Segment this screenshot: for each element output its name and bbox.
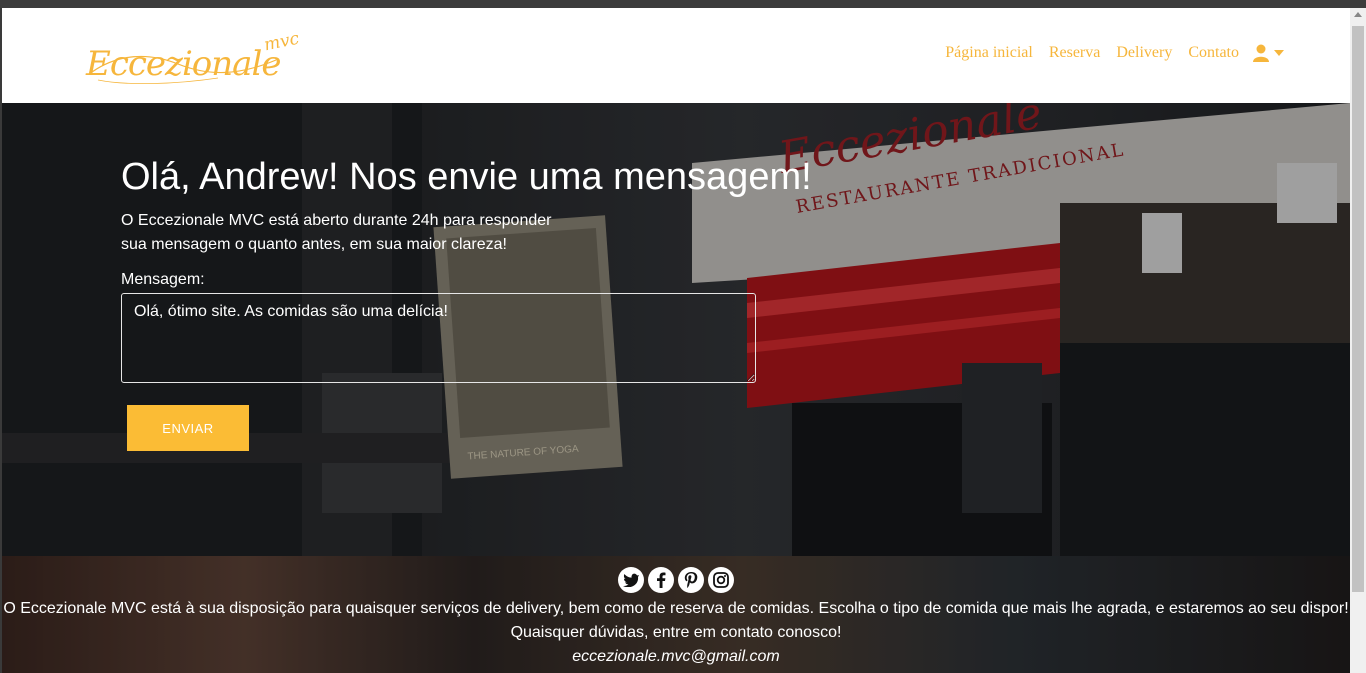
- brand-logo[interactable]: Eccezionale mvc: [86, 28, 316, 100]
- hero-lead-line1: O Eccezionale MVC está aberto durante 24…: [121, 212, 552, 229]
- twitter-icon[interactable]: [618, 567, 644, 593]
- footer-email[interactable]: eccezionale.mvc@gmail.com: [2, 645, 1350, 669]
- navbar: Eccezionale mvc Página inicial Reserva D…: [2, 8, 1350, 103]
- footer: O Eccezionale MVC está à sua disposição …: [2, 556, 1350, 673]
- nav-item-contato[interactable]: Contato: [1188, 44, 1239, 62]
- hero-section: THE NATURE OF YOGA Eccezionale RESTAURAN…: [2, 103, 1350, 556]
- hero-lead-line2: sua mensagem o quanto antes, em sua maio…: [121, 236, 507, 253]
- page-title: Olá, Andrew! Nos envie uma mensagem!: [121, 156, 812, 198]
- page-scrollbar[interactable]: [1350, 8, 1366, 673]
- caret-down-icon: [1274, 50, 1284, 56]
- brand-name: Eccezionale: [86, 44, 281, 84]
- message-textarea[interactable]: Olá, ótimo site. As comidas são uma delí…: [121, 293, 756, 383]
- scrollbar-thumb[interactable]: [1352, 26, 1364, 592]
- footer-contact-note: Quaisquer dúvidas, entre em contato cono…: [510, 624, 842, 641]
- hero-lead: O Eccezionale MVC está aberto durante 24…: [121, 209, 581, 257]
- message-label: Mensagem:: [121, 271, 205, 288]
- user-dropdown[interactable]: [1253, 44, 1284, 62]
- browser-top-strip: [0, 0, 1366, 8]
- nav-item-reserva[interactable]: Reserva: [1049, 44, 1101, 62]
- footer-content: O Eccezionale MVC está à sua disposição …: [2, 567, 1350, 669]
- scroll-up-arrow-icon[interactable]: [1354, 12, 1362, 17]
- nav-item-home[interactable]: Página inicial: [945, 44, 1033, 62]
- main-nav: Página inicial Reserva Delivery Contato: [945, 44, 1284, 62]
- brand-suffix: mvc: [262, 28, 301, 56]
- pinterest-icon[interactable]: [678, 567, 704, 593]
- social-links: [2, 567, 1350, 593]
- footer-description: O Eccezionale MVC está à sua disposição …: [3, 600, 1349, 617]
- facebook-icon[interactable]: [648, 567, 674, 593]
- contact-form-area: Olá, Andrew! Nos envie uma mensagem! O E…: [121, 153, 881, 451]
- send-button[interactable]: ENVIAR: [127, 405, 249, 451]
- instagram-icon[interactable]: [708, 567, 734, 593]
- user-icon: [1253, 44, 1269, 62]
- nav-item-delivery[interactable]: Delivery: [1116, 44, 1172, 62]
